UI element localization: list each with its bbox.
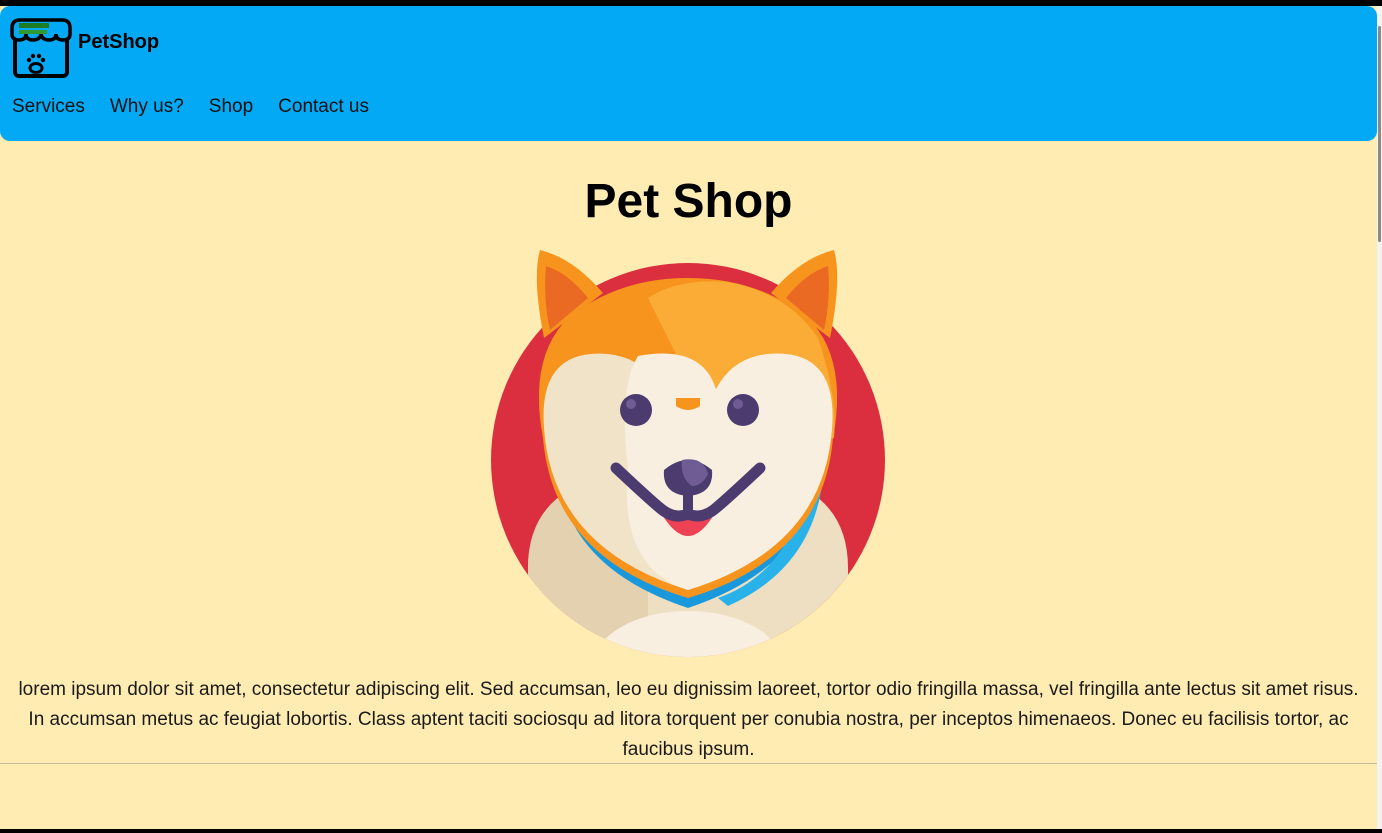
- page-viewport: PetShop Services Why us? Shop Contact us…: [0, 6, 1377, 829]
- dog-face-icon: [491, 250, 885, 657]
- brand[interactable]: PetShop: [9, 16, 159, 80]
- nav-links: Services Why us? Shop Contact us: [12, 94, 394, 120]
- navbar: PetShop Services Why us? Shop Contact us: [0, 6, 1377, 141]
- window-bottom-edge: [0, 829, 1382, 833]
- nav-link-shop[interactable]: Shop: [209, 94, 253, 120]
- nav-link-services[interactable]: Services: [12, 94, 85, 120]
- scrollbar[interactable]: [1377, 6, 1382, 829]
- brand-name: PetShop: [78, 30, 160, 53]
- scrollbar-thumb[interactable]: [1378, 26, 1381, 242]
- section-divider: [0, 763, 1377, 764]
- nav-link-why-us[interactable]: Why us?: [110, 94, 184, 120]
- hero-title: Pet Shop: [584, 175, 793, 228]
- pet-store-icon: [10, 18, 72, 78]
- nav-link-contact-us[interactable]: Contact us: [278, 94, 369, 120]
- hero-description: lorem ipsum dolor sit amet, consectetur …: [18, 679, 1359, 760]
